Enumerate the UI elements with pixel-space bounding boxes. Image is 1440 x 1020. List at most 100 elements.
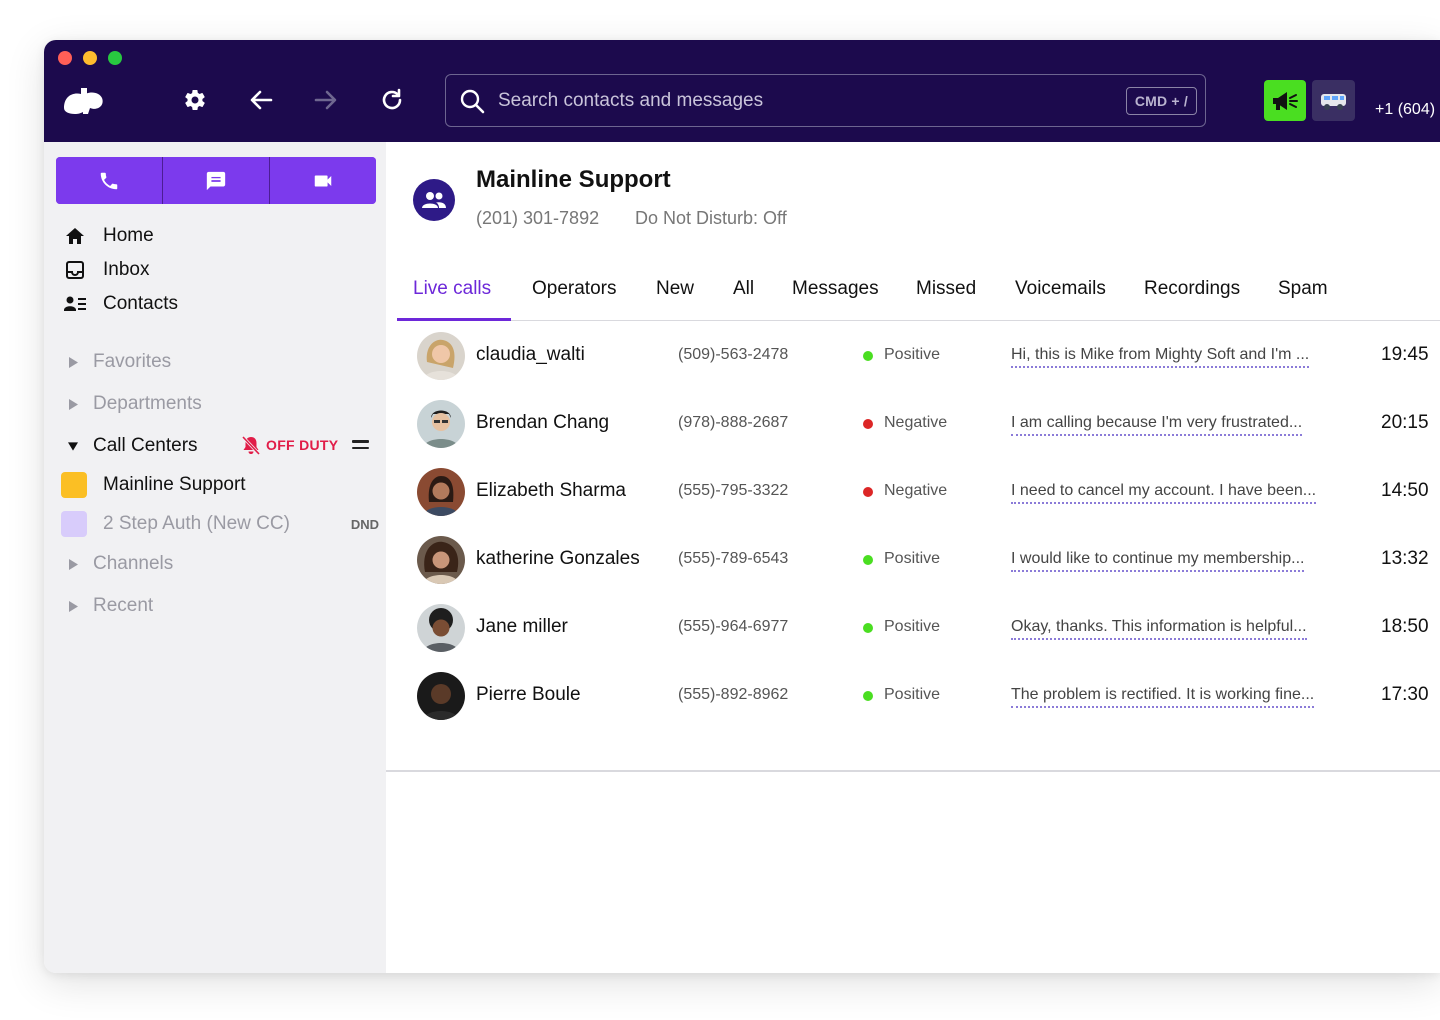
caret-right-icon [68,558,78,570]
table-row[interactable]: Brendan Chang (978)-888-2687 Negative I … [386,390,1440,458]
avatar [417,332,465,380]
section-departments[interactable]: Departments [68,389,202,419]
search-bar[interactable]: CMD + / [445,74,1206,127]
call-button[interactable] [56,157,162,204]
caller-phone: (555)-964-6977 [678,618,789,635]
section-recent[interactable]: Recent [68,591,153,621]
broadcast-button[interactable] [1264,80,1306,121]
nav-item-contacts[interactable]: Contacts [64,289,178,319]
vehicle-status-button[interactable] [1312,80,1355,121]
tab-voicemails[interactable]: Voicemails [1015,278,1106,321]
forward-arrow-icon[interactable] [310,84,342,116]
nav-item-label: Home [103,225,154,246]
search-input[interactable] [498,75,1126,126]
transcript-snippet[interactable]: I am calling because I'm very frustrated… [1011,414,1303,436]
back-arrow-icon[interactable] [245,84,277,116]
gear-icon[interactable] [179,84,211,116]
call-center-color-swatch [61,472,87,498]
close-window-button[interactable] [58,51,72,65]
call-time: 18:50 [1381,616,1429,637]
dnd-status[interactable]: Do Not Disturb: Off [635,208,787,229]
tab-live-calls[interactable]: Live calls [413,278,491,321]
drag-handle-icon[interactable] [352,440,369,450]
app-window: CMD + / +1 (604) [44,40,1440,973]
call-time: 20:15 [1381,412,1429,433]
sentiment-label: Positive [884,346,941,363]
call-center-2-step-auth[interactable]: 2 Step Auth (New CC) DND [61,509,379,539]
bell-off-icon [242,435,260,455]
sidebar: Home Inbox Contacts Favorites Department… [44,142,386,973]
tab-operators[interactable]: Operators [532,278,616,321]
table-row[interactable]: Pierre Boule (555)-892-8962 Positive The… [386,662,1440,730]
refresh-icon[interactable] [376,84,408,116]
tab-all[interactable]: All [733,278,754,321]
call-time: 17:30 [1381,684,1429,705]
live-calls-list: claudia_walti (509)-563-2478 Positive Hi… [386,322,1440,730]
transcript-snippet[interactable]: The problem is rectified. It is working … [1011,686,1315,708]
section-label: Channels [93,553,174,574]
positive-status-dot [863,351,873,361]
tab-recordings[interactable]: Recordings [1144,278,1240,321]
caller-phone: (555)-789-6543 [678,550,789,567]
table-row[interactable]: Elizabeth Sharma (555)-795-3322 Negative… [386,458,1440,526]
tab-spam[interactable]: Spam [1278,278,1328,321]
maximize-window-button[interactable] [108,51,122,65]
tab-missed[interactable]: Missed [916,278,976,321]
caller-name: claudia_walti [476,344,585,365]
caller-phone: (555)-892-8962 [678,686,789,703]
caller-id-number[interactable]: +1 (604) [1375,101,1435,119]
call-time: 19:45 [1381,344,1429,365]
caret-right-icon [68,398,78,410]
caller-phone: (555)-795-3322 [678,482,789,499]
positive-status-dot [863,555,873,565]
caller-name: Pierre Boule [476,684,581,705]
section-label: Recent [93,595,154,616]
caller-name: Elizabeth Sharma [476,480,626,501]
home-icon [64,225,86,247]
avatar [417,400,465,448]
caller-phone: (509)-563-2478 [678,346,789,363]
section-channels[interactable]: Channels [68,549,173,579]
nav-item-home[interactable]: Home [64,221,154,251]
positive-status-dot [863,623,873,633]
call-center-label: Mainline Support [103,474,246,495]
sentiment-label: Negative [884,482,948,499]
negative-status-dot [863,487,873,497]
section-call-centers[interactable]: Call Centers [68,431,198,461]
team-avatar [413,179,455,221]
transcript-snippet[interactable]: I would like to continue my membership..… [1011,550,1305,572]
transcript-snippet[interactable]: Hi, this is Mike from Mighty Soft and I'… [1011,346,1310,368]
tab-new[interactable]: New [656,278,694,321]
call-time: 13:32 [1381,548,1429,569]
active-tab-indicator [397,318,511,321]
table-row[interactable]: claudia_walti (509)-563-2478 Positive Hi… [386,322,1440,390]
nav-item-inbox[interactable]: Inbox [64,255,149,285]
sentiment-label: Positive [884,550,941,567]
avatar [417,672,465,720]
caret-right-icon [68,356,78,368]
caller-name: Jane miller [476,616,568,637]
tab-messages[interactable]: Messages [792,278,879,321]
title-bar: CMD + / +1 (604) [44,40,1440,142]
table-row[interactable]: Jane miller (555)-964-6977 Positive Okay… [386,594,1440,662]
megaphone-icon [1273,91,1298,110]
section-favorites[interactable]: Favorites [68,347,171,377]
transcript-snippet[interactable]: I need to cancel my account. I have been… [1011,482,1317,504]
video-icon [314,175,332,186]
minimize-window-button[interactable] [83,51,97,65]
group-icon [422,192,446,208]
positive-status-dot [863,691,873,701]
app-logo-icon[interactable] [58,84,108,116]
nav-item-label: Contacts [103,293,178,314]
call-center-mainline-support[interactable]: Mainline Support [61,470,379,500]
caller-name: katherine Gonzales [476,548,640,569]
quick-action-bar [56,157,376,204]
sentiment-label: Negative [884,414,948,431]
message-button[interactable] [162,157,269,204]
off-duty-toggle[interactable]: OFF DUTY [242,432,338,458]
table-row[interactable]: katherine Gonzales (555)-789-6543 Positi… [386,526,1440,594]
call-time: 14:50 [1381,480,1429,501]
video-button[interactable] [269,157,376,204]
transcript-snippet[interactable]: Okay, thanks. This information is helpfu… [1011,618,1307,640]
sentiment-label: Positive [884,618,941,635]
